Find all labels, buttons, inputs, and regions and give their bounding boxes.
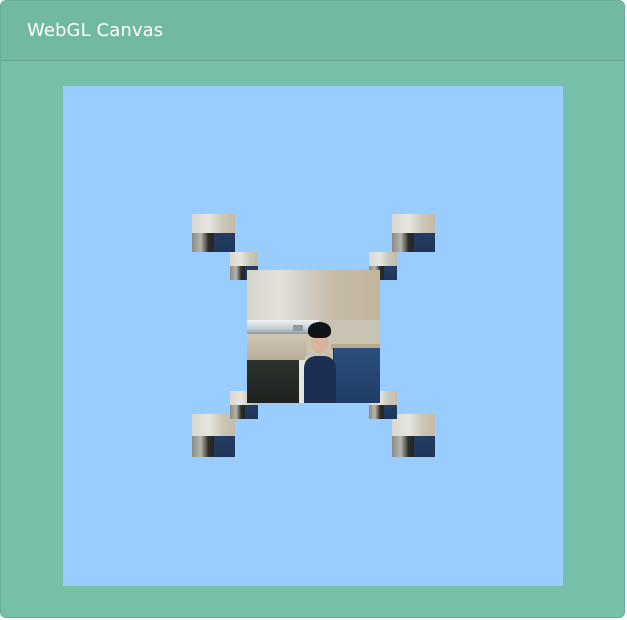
cube-top-left-outer bbox=[192, 214, 235, 252]
cube-bottom-right-outer bbox=[392, 414, 435, 457]
cube-top-right-outer bbox=[392, 214, 435, 252]
webgl-card: WebGL Canvas bbox=[0, 0, 625, 618]
cube-bottom-left-outer bbox=[192, 414, 235, 457]
card-title: WebGL Canvas bbox=[27, 20, 164, 41]
webgl-canvas[interactable] bbox=[63, 86, 563, 586]
center-texture-image bbox=[247, 270, 380, 403]
person-figure bbox=[304, 356, 336, 403]
card-header: WebGL Canvas bbox=[1, 1, 624, 61]
